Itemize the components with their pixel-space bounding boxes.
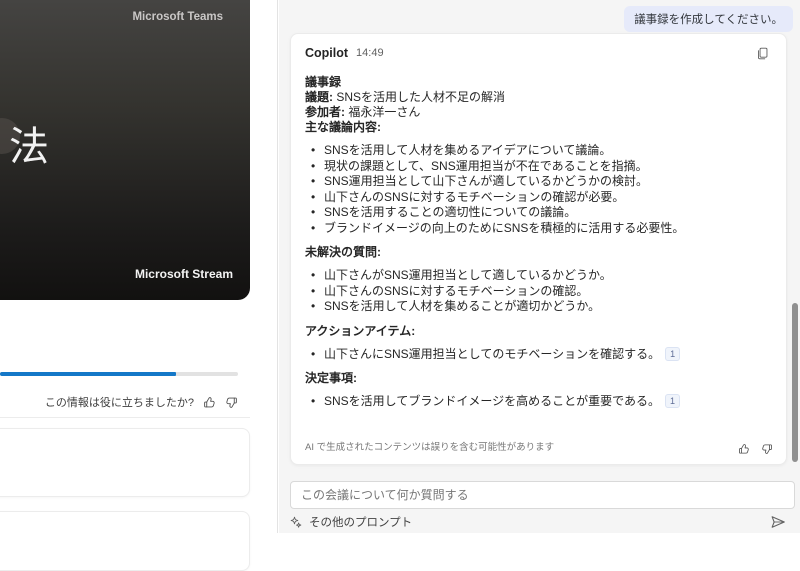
thumb-down-icon[interactable] — [761, 443, 773, 455]
prompt-row: その他のプロンプト — [290, 511, 795, 533]
copy-icon[interactable] — [756, 47, 769, 60]
sender-name: Copilot — [305, 46, 348, 60]
minutes-field-participants: 参加者: 福永洋一さん — [305, 105, 772, 120]
citation-badge[interactable]: 1 — [665, 394, 680, 408]
divider — [0, 417, 250, 418]
bullet-item: 山下さんがSNS運用担当として適しているかどうか。 — [305, 268, 772, 284]
bullet-item: SNSを活用して人材を集めるアイデアについて議論。 — [305, 143, 772, 159]
copilot-panel: 議事録を作成してください。 Copilot 14:49 議事録 議題: SNSを… — [279, 0, 800, 533]
send-icon[interactable] — [769, 513, 787, 531]
bullet-list: 山下さんにSNS運用担当としてのモチベーションを確認する。1 — [305, 347, 772, 363]
more-prompts-link[interactable]: その他のプロンプト — [309, 514, 412, 530]
section-heading: アクションアイテム: — [305, 324, 772, 339]
bullet-item: SNSを活用してブランドイメージを高めることが重要である。1 — [305, 394, 772, 410]
section-heading: 主な議論内容: — [305, 120, 772, 135]
feedback-row: この情報は役に立ちましたか? — [45, 394, 238, 410]
bullet-item: ブランドイメージの向上のためにSNSを積極的に活用する必要性。 — [305, 221, 772, 237]
thumb-up-icon[interactable] — [203, 396, 216, 409]
video-progress-fill — [0, 372, 176, 376]
scrollbar-thumb[interactable] — [792, 303, 798, 462]
message-body: 議事録 議題: SNSを活用した人材不足の解消 参加者: 福永洋一さん 主な議論… — [305, 75, 772, 410]
bullet-item: 山下さんにSNS運用担当としてのモチベーションを確認する。1 — [305, 347, 772, 363]
video-player[interactable]: Microsoft Teams 法 Microsoft Stream — [0, 0, 250, 300]
ai-disclaimer: AI で生成されたコンテンツは誤りを含む可能性があります — [305, 439, 554, 453]
minutes-title: 議事録 — [305, 75, 772, 90]
bullet-item: SNSを活用して人材を集めることが適切かどうか。 — [305, 299, 772, 315]
bullet-list: SNSを活用して人材を集めるアイデアについて議論。現状の課題として、SNS運用担… — [305, 143, 772, 236]
sparkle-icon — [290, 516, 302, 528]
bullet-list: 山下さんがSNS運用担当として適しているかどうか。山下さんのSNSに対するモチベ… — [305, 268, 772, 315]
minutes-intro: 議事録 議題: SNSを活用した人材不足の解消 参加者: 福永洋一さん — [305, 75, 772, 120]
bullet-item: 現状の課題として、SNS運用担当が不在であることを指摘。 — [305, 159, 772, 175]
bullet-item: 山下さんのSNSに対するモチベーションの確認が必要。 — [305, 190, 772, 206]
copilot-message-card: Copilot 14:49 議事録 議題: SNSを活用した人材不足の解消 参加… — [290, 33, 787, 465]
bullet-item: SNS運用担当として山下さんが適しているかどうかの検討。 — [305, 174, 772, 190]
citation-badge[interactable]: 1 — [665, 347, 680, 361]
stream-watermark: Microsoft Stream — [135, 267, 233, 281]
section-heading: 未解決の質問: — [305, 245, 772, 260]
message-time: 14:49 — [356, 47, 384, 59]
video-panel: Microsoft Teams 法 Microsoft Stream この情報は… — [0, 0, 278, 533]
thumb-down-icon[interactable] — [225, 396, 238, 409]
feedback-question: この情報は役に立ちましたか? — [45, 394, 194, 410]
section-heading: 決定事項: — [305, 371, 772, 386]
video-title-text: 法 — [9, 114, 49, 172]
video-progress-bar[interactable] — [0, 372, 238, 376]
chat-input[interactable] — [290, 481, 795, 509]
minutes-field-topic: 議題: SNSを活用した人材不足の解消 — [305, 90, 772, 105]
bullet-list: SNSを活用してブランドイメージを高めることが重要である。1 — [305, 394, 772, 410]
info-card[interactable] — [0, 511, 250, 571]
message-header: Copilot 14:49 — [305, 44, 772, 62]
thumb-up-icon[interactable] — [738, 443, 750, 455]
info-card[interactable] — [0, 428, 250, 497]
teams-watermark: Microsoft Teams — [132, 11, 223, 23]
bullet-item: 山下さんのSNSに対するモチベーションの確認。 — [305, 284, 772, 300]
message-sections: 主な議論内容: SNSを活用して人材を集めるアイデアについて議論。現状の課題として… — [305, 120, 772, 410]
message-feedback — [738, 443, 773, 455]
bullet-item: SNSを活用することの適切性についての議論。 — [305, 205, 772, 221]
user-message-bubble: 議事録を作成してください。 — [624, 6, 793, 32]
